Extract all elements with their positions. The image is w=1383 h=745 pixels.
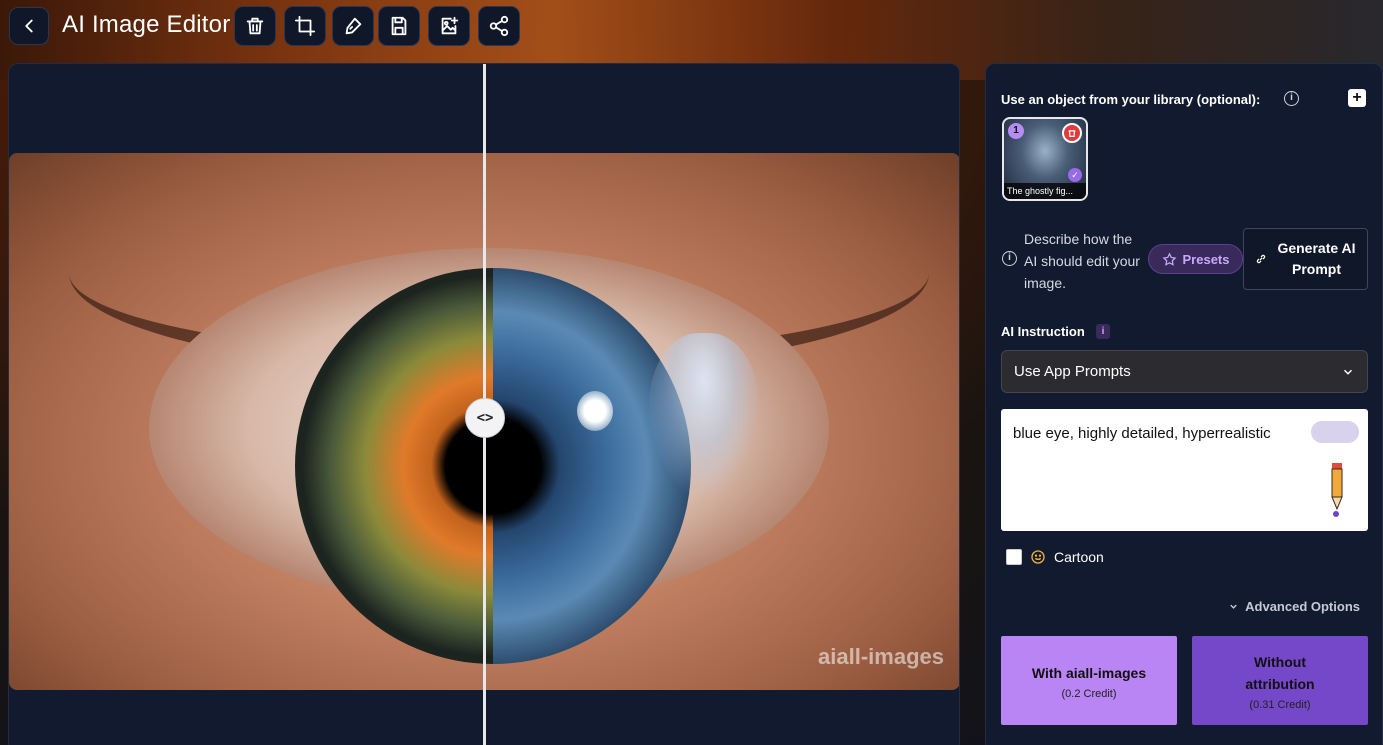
library-label: Use an object from your library (optiona… xyxy=(1001,92,1261,107)
without-attribution-cost: (0.31 Credit) xyxy=(1249,698,1311,711)
library-thumbnail[interactable]: 1 ✓ The ghostly fig... xyxy=(1002,117,1088,201)
library-info-icon[interactable]: i xyxy=(1284,91,1299,106)
image-canvas-panel: aiall-images <> xyxy=(8,63,960,745)
generate-without-attribution-button[interactable]: Without attribution (0.31 Credit) xyxy=(1192,636,1368,725)
trash-icon xyxy=(246,17,264,35)
compare-slider-handle[interactable]: <> xyxy=(465,398,505,438)
cartoon-option: Cartoon xyxy=(1006,549,1104,565)
ai-instruction-label: AI Instruction xyxy=(1001,324,1085,339)
generate-with-attribution-button[interactable]: With aiall-images (0.2 Credit) xyxy=(1001,636,1177,725)
check-icon: ✓ xyxy=(1068,168,1082,182)
star-icon xyxy=(1162,251,1176,266)
share-button[interactable] xyxy=(478,6,520,46)
edit-side-panel: Use an object from your library (optiona… xyxy=(985,63,1383,745)
watermark: aiall-images xyxy=(818,644,944,669)
describe-hint: Describe how the AI should edit your ima… xyxy=(1024,231,1140,291)
thumbnail-delete-button[interactable] xyxy=(1062,123,1082,143)
crop-button[interactable] xyxy=(284,6,326,46)
add-library-object-button[interactable]: + xyxy=(1348,89,1366,107)
smiley-icon xyxy=(1031,550,1045,564)
add-image-icon xyxy=(441,16,459,35)
crop-icon xyxy=(294,15,316,37)
back-button[interactable] xyxy=(9,7,49,45)
with-attribution-cost: (0.2 Credit) xyxy=(1061,687,1117,700)
prompt-text: blue eye, highly detailed, hyperrealisti… xyxy=(1013,425,1271,442)
top-toolbar: AI Image Editor xyxy=(0,0,1383,52)
cartoon-label: Cartoon xyxy=(1054,549,1104,565)
without-attribution-label: Without attribution xyxy=(1245,653,1315,692)
save-icon xyxy=(391,16,407,36)
presets-label: Presets xyxy=(1182,251,1230,267)
describe-info-icon: i xyxy=(1002,251,1017,266)
thumbnail-index-badge: 1 xyxy=(1008,123,1024,139)
app-title: AI Image Editor xyxy=(62,11,231,38)
cartoon-checkbox[interactable] xyxy=(1006,549,1022,565)
share-icon xyxy=(489,15,509,37)
eye-glint xyxy=(577,391,613,431)
generate-label: Generate AI Prompt xyxy=(1277,240,1356,277)
trash-icon xyxy=(1068,130,1076,137)
save-button[interactable] xyxy=(378,6,420,46)
chevron-left-icon xyxy=(25,19,33,33)
chevron-down-icon xyxy=(1343,369,1353,375)
advanced-options-label: Advanced Options xyxy=(1245,599,1360,614)
ai-instruction-info-icon[interactable]: i xyxy=(1096,324,1110,339)
advanced-options-toggle[interactable]: Advanced Options xyxy=(1228,599,1360,614)
chevron-down-icon xyxy=(1230,604,1237,609)
delete-button[interactable] xyxy=(234,6,276,46)
prompt-textarea[interactable]: blue eye, highly detailed, hyperrealisti… xyxy=(1001,409,1368,531)
pen-icon xyxy=(345,17,362,35)
prompt-pill-decoration xyxy=(1311,421,1359,443)
pen-button[interactable] xyxy=(332,6,374,46)
prompt-source-select[interactable]: Use App Prompts xyxy=(1001,350,1368,393)
link-icon xyxy=(1256,254,1265,264)
ghost-figure xyxy=(649,333,759,493)
add-image-button[interactable] xyxy=(428,6,470,46)
with-attribution-label: With aiall-images xyxy=(1031,664,1147,681)
generate-ai-prompt-button[interactable]: Generate AI Prompt xyxy=(1243,228,1368,290)
presets-button[interactable]: Presets xyxy=(1148,244,1243,274)
thumbnail-caption: The ghostly fig... xyxy=(1004,183,1086,199)
pencil-icon xyxy=(1331,463,1343,517)
select-value: Use App Prompts xyxy=(1014,363,1131,380)
